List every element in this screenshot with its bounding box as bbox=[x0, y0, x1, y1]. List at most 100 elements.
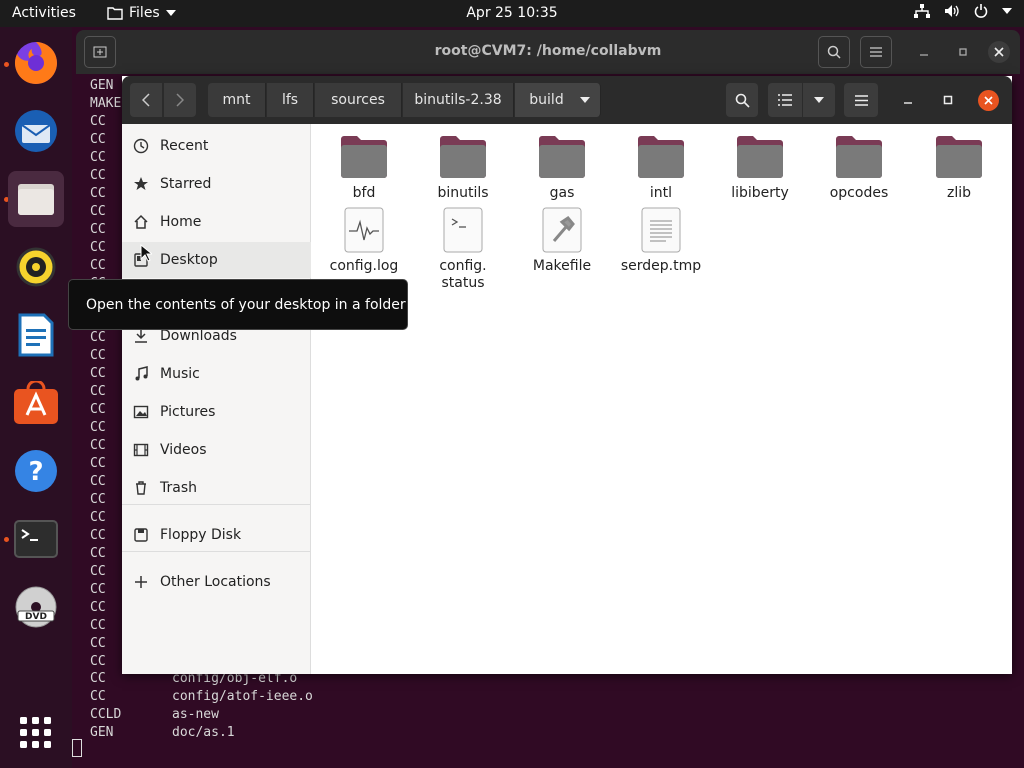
app-menu-button[interactable]: Files bbox=[107, 5, 176, 21]
terminal-line-target: as-new bbox=[172, 707, 219, 722]
terminal-line: GEN bbox=[90, 78, 114, 93]
terminal-minimize-button[interactable] bbox=[908, 36, 940, 68]
back-button[interactable] bbox=[130, 83, 162, 117]
search-button[interactable] bbox=[726, 83, 758, 117]
breadcrumb-mnt[interactable]: mnt bbox=[208, 83, 266, 117]
sidebar-item-label: Music bbox=[160, 366, 200, 382]
clock[interactable]: Apr 25 10:35 bbox=[466, 5, 557, 21]
folder-name: libiberty bbox=[731, 185, 789, 201]
files-launcher[interactable] bbox=[8, 171, 64, 227]
volume-icon bbox=[945, 5, 959, 17]
libreoffice-writer-launcher[interactable] bbox=[8, 307, 64, 363]
rhythmbox-launcher[interactable] bbox=[8, 239, 64, 295]
terminal-line: CC bbox=[90, 456, 106, 471]
file-item[interactable]: Makefile bbox=[516, 206, 608, 275]
firefox-launcher[interactable] bbox=[8, 35, 64, 91]
places-sidebar: RecentStarredHomeDesktopDocumentsDownloa… bbox=[122, 124, 311, 674]
software-launcher[interactable] bbox=[8, 375, 64, 431]
terminal-line: CC bbox=[90, 132, 106, 147]
terminal-line: CC bbox=[90, 402, 106, 417]
file-name: config.log bbox=[329, 258, 399, 274]
minimize-icon bbox=[904, 102, 912, 104]
folder-icon bbox=[736, 133, 784, 181]
terminal-line: GEN doc/as.1 bbox=[90, 724, 313, 742]
dvd-launcher[interactable]: DVD bbox=[8, 579, 64, 635]
search-icon bbox=[827, 45, 841, 59]
terminal-menu-button[interactable] bbox=[860, 36, 892, 68]
folder-icon bbox=[340, 133, 388, 181]
video-icon bbox=[122, 442, 160, 458]
file-item[interactable]: config. status bbox=[417, 206, 509, 292]
sidebar-separator bbox=[122, 551, 311, 552]
terminal-close-button[interactable] bbox=[988, 41, 1010, 63]
script-file-icon bbox=[439, 206, 487, 254]
terminal-line: CC bbox=[90, 618, 106, 633]
thunderbird-launcher[interactable] bbox=[8, 103, 64, 159]
breadcrumb-sources[interactable]: sources bbox=[315, 83, 402, 117]
help-launcher[interactable]: ? bbox=[8, 443, 64, 499]
sidebar-item-videos[interactable]: Videos bbox=[122, 432, 311, 468]
terminal-line: CC bbox=[90, 582, 106, 597]
sidebar-item-label: Desktop bbox=[160, 252, 218, 268]
terminal-search-button[interactable] bbox=[818, 36, 850, 68]
terminal-header: root@CVM7: /home/collabvm bbox=[76, 30, 1020, 74]
breadcrumb-lfs[interactable]: lfs bbox=[267, 83, 314, 117]
terminal-line: CC bbox=[90, 420, 106, 435]
activities-button[interactable]: Activities bbox=[12, 5, 76, 21]
terminal-maximize-button[interactable] bbox=[947, 36, 979, 68]
picture-icon bbox=[122, 404, 160, 420]
terminal-line: CC bbox=[90, 492, 106, 507]
terminal-launcher[interactable] bbox=[8, 511, 64, 567]
sidebar-item-trash[interactable]: Trash bbox=[122, 470, 311, 506]
view-list-button[interactable] bbox=[768, 83, 802, 117]
sidebar-item-home[interactable]: Home bbox=[122, 204, 311, 240]
sidebar-item-recent[interactable]: Recent bbox=[122, 128, 311, 164]
breadcrumb-binutils-2-38[interactable]: binutils-2.38 bbox=[403, 83, 514, 117]
files-icon bbox=[18, 184, 54, 215]
files-window[interactable]: mnt lfs sources binutils-2.38 build Recent St… bbox=[122, 76, 1012, 674]
system-menu[interactable] bbox=[914, 4, 1012, 18]
sidebar-item-pictures[interactable]: Pictures bbox=[122, 394, 311, 430]
file-name: serdep.tmp bbox=[620, 258, 702, 274]
file-item[interactable]: config.log bbox=[318, 206, 410, 275]
terminal-line: CC bbox=[90, 168, 106, 183]
sidebar-item-label: Downloads bbox=[160, 328, 237, 344]
folder-item-zlib[interactable]: zlib bbox=[913, 133, 1005, 202]
sidebar-item-other-locations[interactable]: Other Locations bbox=[122, 564, 311, 600]
sidebar-item-label: Trash bbox=[160, 480, 197, 496]
breadcrumb-build[interactable]: build bbox=[515, 83, 601, 117]
show-apps-button[interactable] bbox=[8, 705, 64, 761]
minimize-button[interactable] bbox=[894, 83, 922, 117]
maximize-button[interactable] bbox=[934, 83, 962, 117]
folder-item-gas[interactable]: gas bbox=[516, 133, 608, 202]
close-button[interactable] bbox=[978, 90, 999, 111]
folder-item-opcodes[interactable]: opcodes bbox=[813, 133, 905, 202]
terminal-line: CC bbox=[90, 114, 106, 129]
folder-item-intl[interactable]: intl bbox=[615, 133, 707, 202]
folder-name: bfd bbox=[352, 185, 376, 201]
folder-icon bbox=[835, 133, 883, 181]
terminal-line: CC bbox=[90, 330, 106, 345]
log-file-icon bbox=[340, 206, 388, 254]
view-options-button[interactable] bbox=[803, 83, 835, 117]
terminal-line: CC bbox=[90, 186, 106, 201]
sidebar-item-starred[interactable]: Starred bbox=[122, 166, 311, 202]
forward-button[interactable] bbox=[164, 83, 196, 117]
folder-item-bfd[interactable]: bfd bbox=[318, 133, 410, 202]
main-menu-button[interactable] bbox=[844, 83, 878, 117]
file-item[interactable]: serdep.tmp bbox=[615, 206, 707, 275]
terminal-line: CC bbox=[90, 258, 106, 273]
chevron-down-icon bbox=[1002, 8, 1012, 14]
svg-text:DVD: DVD bbox=[25, 612, 47, 622]
sidebar-item-floppy-disk[interactable]: Floppy Disk bbox=[122, 517, 311, 553]
terminal-line: CC bbox=[90, 546, 106, 561]
folder-item-binutils[interactable]: binutils bbox=[417, 133, 509, 202]
chevron-down-icon bbox=[814, 97, 824, 103]
minimize-icon bbox=[920, 54, 928, 56]
makefile-file-icon bbox=[538, 206, 586, 254]
hamburger-icon bbox=[854, 94, 868, 106]
sidebar-item-music[interactable]: Music bbox=[122, 356, 311, 392]
star-icon bbox=[122, 176, 160, 192]
sidebar-item-label: Videos bbox=[160, 442, 207, 458]
folder-item-libiberty[interactable]: libiberty bbox=[714, 133, 806, 202]
